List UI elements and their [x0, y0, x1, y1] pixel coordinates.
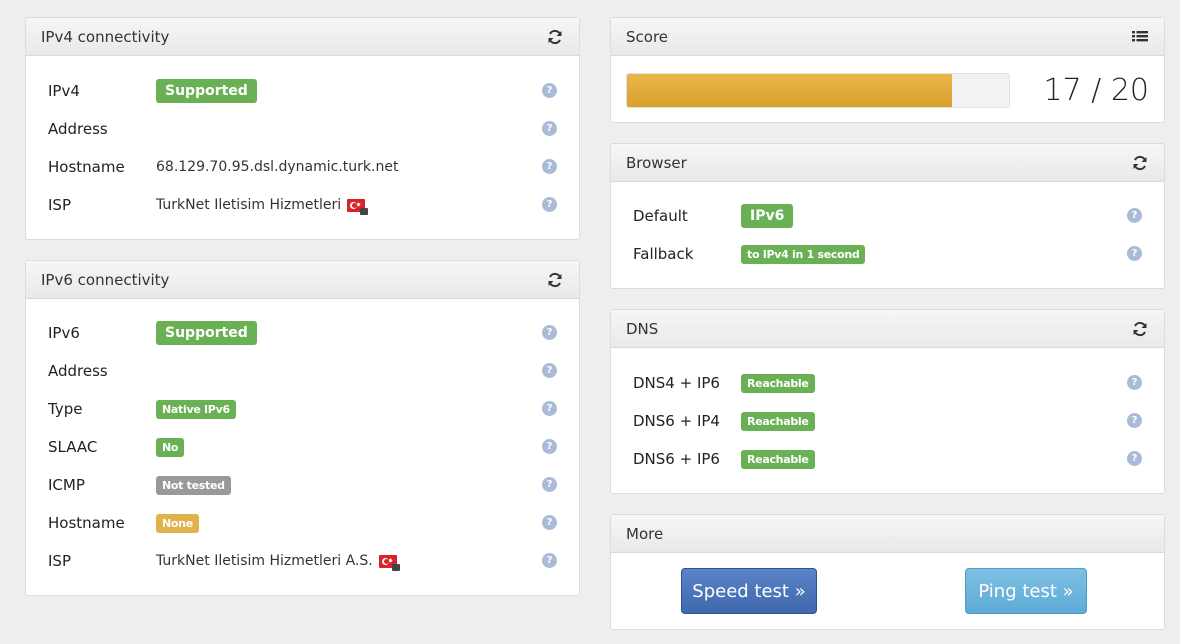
- fallback-badge: to IPv4 in 1 second: [741, 244, 866, 264]
- help-icon[interactable]: ?: [542, 439, 557, 454]
- ipv4-panel: IPv4 connectivity IPv4 Supported ? Addre…: [25, 17, 580, 240]
- isp-value: TurkNet Iletisim Hizmetleri: [156, 197, 342, 213]
- row-label: DNS6 + IP6: [633, 450, 720, 468]
- row-label: Address: [48, 362, 108, 380]
- hostname-badge: None: [156, 513, 199, 533]
- dns-panel-title: DNS: [626, 319, 659, 338]
- status-badge: Supported: [156, 79, 257, 103]
- speed-test-button[interactable]: Speed test »: [681, 568, 817, 614]
- row-label: Hostname: [48, 514, 125, 532]
- refresh-icon[interactable]: [546, 271, 564, 289]
- dns6-ip4-row: DNS6 + IP4 Reachable ?: [611, 408, 1164, 434]
- score-progress-bar: [626, 73, 1010, 108]
- score-panel: Score 17 / 20: [610, 17, 1165, 123]
- icmp-badge: Not tested: [156, 475, 231, 495]
- help-icon[interactable]: ?: [1127, 375, 1142, 390]
- more-panel-title: More: [626, 524, 664, 543]
- ipv6-row: IPv6 Supported ?: [26, 320, 579, 346]
- help-icon[interactable]: ?: [1127, 413, 1142, 428]
- help-icon[interactable]: ?: [1127, 208, 1142, 223]
- hostname-row: Hostname 68.129.70.95.dsl.dynamic.turk.n…: [26, 154, 579, 180]
- row-label: IPv4: [48, 82, 80, 100]
- dns6-ip6-row: DNS6 + IP6 Reachable ?: [611, 446, 1164, 472]
- hostname-value: 68.129.70.95.dsl.dynamic.turk.net: [156, 159, 399, 175]
- help-icon[interactable]: ?: [542, 401, 557, 416]
- help-icon[interactable]: ?: [1127, 451, 1142, 466]
- ipv4-row: IPv4 Supported ?: [26, 78, 579, 104]
- icmp-row: ICMP Not tested ?: [26, 472, 579, 498]
- refresh-icon[interactable]: [1131, 154, 1149, 172]
- row-label: SLAAC: [48, 438, 98, 456]
- dns-panel-header: DNS: [611, 310, 1164, 348]
- score-panel-title: Score: [626, 27, 669, 46]
- help-icon[interactable]: ?: [542, 159, 557, 174]
- refresh-icon[interactable]: [1131, 320, 1149, 338]
- help-icon[interactable]: ?: [542, 477, 557, 492]
- type-badge: Native IPv6: [156, 399, 236, 419]
- help-icon[interactable]: ?: [542, 121, 557, 136]
- ipv4-panel-title: IPv4 connectivity: [41, 27, 170, 46]
- row-label: IPv6: [48, 324, 80, 342]
- row-label: DNS4 + IP6: [633, 374, 720, 392]
- row-label: Default: [633, 207, 688, 225]
- row-label: ISP: [48, 552, 71, 570]
- help-icon[interactable]: ?: [542, 197, 557, 212]
- dns4-ip6-row: DNS4 + IP6 Reachable ?: [611, 370, 1164, 396]
- status-badge: Supported: [156, 321, 257, 345]
- isp-row: ISP TurkNet Iletisim Hizmetleri A.S. ?: [26, 548, 579, 574]
- browser-panel-header: Browser: [611, 144, 1164, 182]
- score-panel-header: Score: [611, 18, 1164, 56]
- help-icon[interactable]: ?: [1127, 246, 1142, 261]
- ipv6-panel: IPv6 connectivity IPv6 Supported ? Addre…: [25, 260, 580, 596]
- refresh-icon[interactable]: [546, 28, 564, 46]
- isp-value: TurkNet Iletisim Hizmetleri A.S.: [156, 553, 373, 569]
- row-label: Hostname: [48, 158, 125, 176]
- hostname-row: Hostname None ?: [26, 510, 579, 536]
- list-icon[interactable]: [1131, 28, 1149, 46]
- address-row: Address ?: [26, 116, 579, 142]
- browser-panel: Browser Default IPv6 ? Fallback to IPv4 …: [610, 143, 1165, 289]
- reachable-badge: Reachable: [741, 373, 815, 393]
- score-progress-fill: [627, 74, 952, 107]
- isp-row: ISP TurkNet Iletisim Hizmetleri ?: [26, 192, 579, 218]
- browser-panel-title: Browser: [626, 153, 687, 172]
- row-label: ICMP: [48, 476, 85, 494]
- row-label: Address: [48, 120, 108, 138]
- dns-panel: DNS DNS4 + IP6 Reachable ? DNS6 + IP4 Re…: [610, 309, 1165, 494]
- reachable-badge: Reachable: [741, 411, 815, 431]
- default-badge: IPv6: [741, 204, 794, 228]
- slaac-row: SLAAC No ?: [26, 434, 579, 460]
- reachable-badge: Reachable: [741, 449, 815, 469]
- ipv6-panel-title: IPv6 connectivity: [41, 270, 170, 289]
- score-value: 17 / 20: [1043, 73, 1149, 108]
- type-row: Type Native IPv6 ?: [26, 396, 579, 422]
- row-label: ISP: [48, 196, 71, 214]
- slaac-badge: No: [156, 437, 185, 457]
- address-row: Address ?: [26, 358, 579, 384]
- help-icon[interactable]: ?: [542, 83, 557, 98]
- help-icon[interactable]: ?: [542, 325, 557, 340]
- default-row: Default IPv6 ?: [611, 203, 1164, 229]
- ipv6-panel-header: IPv6 connectivity: [26, 261, 579, 299]
- turkey-flag-icon: [347, 198, 369, 215]
- more-panel: More Speed test » Ping test »: [610, 514, 1165, 630]
- ipv4-panel-header: IPv4 connectivity: [26, 18, 579, 56]
- help-icon[interactable]: ?: [542, 553, 557, 568]
- more-panel-header: More: [611, 515, 1164, 553]
- row-label: Type: [48, 400, 83, 418]
- row-label: DNS6 + IP4: [633, 412, 720, 430]
- ping-test-button[interactable]: Ping test »: [965, 568, 1087, 614]
- fallback-row: Fallback to IPv4 in 1 second ?: [611, 241, 1164, 267]
- turkey-flag-icon: [378, 554, 400, 571]
- help-icon[interactable]: ?: [542, 515, 557, 530]
- row-label: Fallback: [633, 245, 694, 263]
- help-icon[interactable]: ?: [542, 363, 557, 378]
